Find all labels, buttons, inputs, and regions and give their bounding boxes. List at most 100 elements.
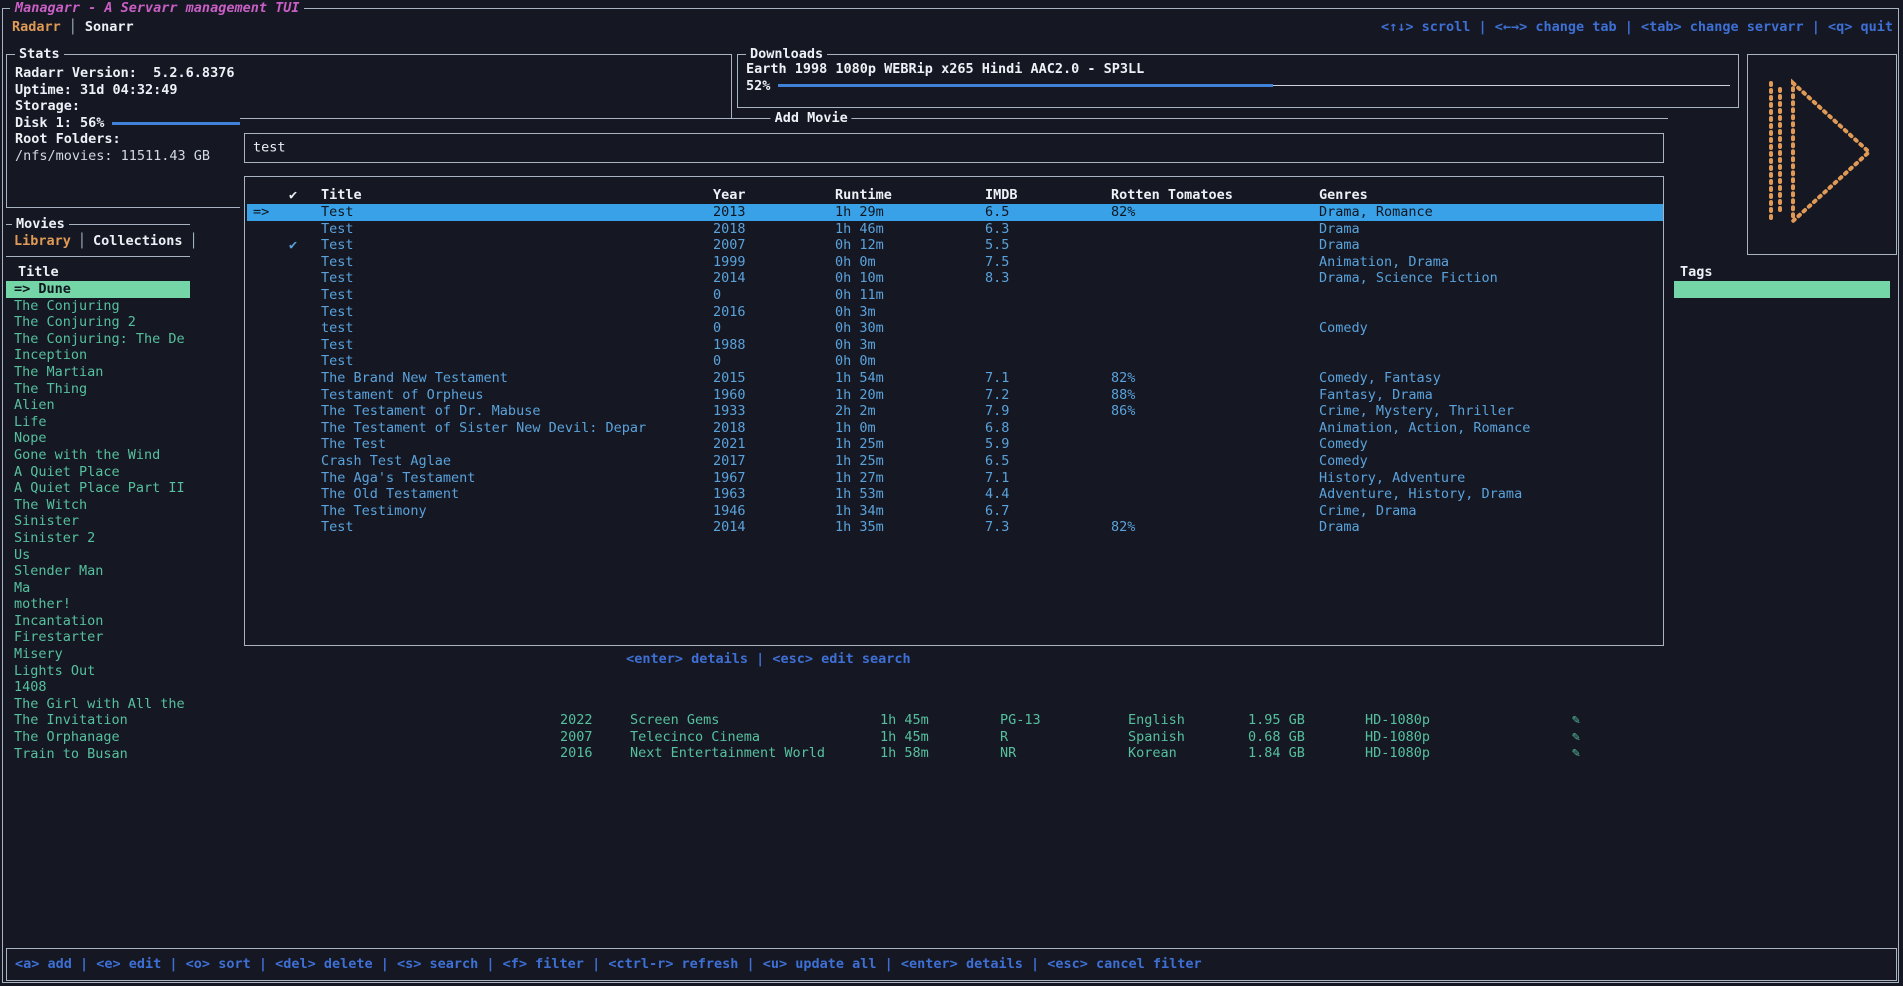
movie-list-item[interactable]: The Witch: [6, 497, 190, 514]
cell-runtime: 0h 12m: [835, 237, 884, 254]
add-movie-title: Add Movie: [771, 110, 852, 127]
result-row[interactable]: The Aga's Testament19671h 27m7.1History,…: [247, 470, 1663, 487]
cell-imdb: 5.9: [985, 436, 1009, 453]
cell-genres: Drama: [1319, 237, 1360, 254]
movie-list-item[interactable]: Life: [6, 414, 190, 431]
cell-year: 1933: [713, 403, 746, 420]
cell-imdb: 5.5: [985, 237, 1009, 254]
selected-row-tags-cell[interactable]: [1674, 281, 1890, 298]
movie-list-item[interactable]: Ma: [6, 580, 190, 597]
cell-year: 1946: [713, 503, 746, 520]
result-row[interactable]: ✔Test20070h 12m5.5Drama: [247, 237, 1663, 254]
app-window: Managarr - A Servarr management TUI Rada…: [0, 0, 1903, 986]
result-row[interactable]: Test19880h 3m: [247, 337, 1663, 354]
column-header-runtime: Runtime: [835, 187, 892, 204]
cell-runtime: 1h 45m: [880, 712, 929, 729]
result-row[interactable]: Crash Test Aglae20171h 25m6.5Comedy: [247, 453, 1663, 470]
result-row[interactable]: Testament of Orpheus19601h 20m7.288%Fant…: [247, 387, 1663, 404]
movie-list-item[interactable]: The Martian: [6, 364, 190, 381]
cell-year: 2016: [713, 304, 746, 321]
column-header-genres: Genres: [1319, 187, 1368, 204]
cell-year: 2015: [713, 370, 746, 387]
tab-collections[interactable]: Collections: [93, 233, 182, 250]
result-row[interactable]: Test00h 0m: [247, 353, 1663, 370]
result-row[interactable]: Test20140h 10m8.3Drama, Science Fiction: [247, 270, 1663, 287]
cell-title: The Old Testament: [321, 486, 459, 503]
movies-title: Movies: [12, 216, 69, 233]
movie-list-item[interactable]: Alien: [6, 397, 190, 414]
movie-list-item[interactable]: The Conjuring: [6, 298, 190, 315]
movie-list-item[interactable]: Sinister 2: [6, 530, 190, 547]
cell-title: The Brand New Testament: [321, 370, 508, 387]
movie-list-item[interactable]: The Girl with All the: [6, 696, 190, 713]
movie-list-item[interactable]: Misery: [6, 646, 190, 663]
tab-library[interactable]: Library: [14, 233, 71, 250]
movie-detail-row[interactable]: 2007Telecinco Cinema1h 45mRSpanish0.68 G…: [0, 729, 1903, 746]
cell-year: 2014: [713, 519, 746, 536]
result-row[interactable]: Test20181h 46m6.3Drama: [247, 221, 1663, 238]
movie-list-item[interactable]: Gone with the Wind: [6, 447, 190, 464]
cell-year: 2007: [560, 729, 593, 746]
cell-title: Test: [321, 270, 354, 287]
movie-list-item[interactable]: => Dune: [6, 281, 190, 298]
result-row[interactable]: The Testament of Sister New Devil: Depar…: [247, 420, 1663, 437]
movie-list-item[interactable]: Lights Out: [6, 663, 190, 680]
result-row[interactable]: Test00h 11m: [247, 287, 1663, 304]
result-row[interactable]: The Test20211h 25m5.9Comedy: [247, 436, 1663, 453]
cell-runtime: 1h 27m: [835, 470, 884, 487]
movie-list-item[interactable]: Sinister: [6, 513, 190, 530]
movie-list-item[interactable]: Nope: [6, 430, 190, 447]
cell-genres: Animation, Drama: [1319, 254, 1449, 271]
movie-details-rows: 2022Screen Gems1h 45mPG-13English1.95 GB…: [0, 712, 1903, 762]
cell-year: 2013: [713, 204, 746, 221]
cell-title: Test: [321, 221, 354, 238]
cell-genres: Crime, Drama: [1319, 503, 1417, 520]
result-row[interactable]: Test19990h 0m7.5Animation, Drama: [247, 254, 1663, 271]
cell-genres: Drama, Science Fiction: [1319, 270, 1498, 287]
result-row[interactable]: Test20141h 35m7.382%Drama: [247, 519, 1663, 536]
cell-imdb: 7.1: [985, 470, 1009, 487]
movie-list-item[interactable]: A Quiet Place: [6, 464, 190, 481]
movie-list-item[interactable]: Inception: [6, 347, 190, 364]
result-row[interactable]: =>Test20131h 29m6.582%Drama, Romance: [247, 204, 1663, 221]
tab-radarr[interactable]: Radarr: [12, 19, 61, 36]
movie-list-item[interactable]: The Thing: [6, 381, 190, 398]
cell-runtime: 1h 25m: [835, 436, 884, 453]
tab-sonarr[interactable]: Sonarr: [85, 19, 134, 36]
result-row[interactable]: The Brand New Testament20151h 54m7.182%C…: [247, 370, 1663, 387]
cell-title: Test: [321, 353, 354, 370]
cell-title: Crash Test Aglae: [321, 453, 451, 470]
movie-list-item[interactable]: Us: [6, 547, 190, 564]
cell-genres: Comedy: [1319, 320, 1368, 337]
results-header: ✔ Title Year Runtime IMDB Rotten Tomatoe…: [245, 187, 1663, 204]
cell-title: test: [321, 320, 354, 337]
cell-size: 0.68 GB: [1248, 729, 1305, 746]
movie-list-item[interactable]: mother!: [6, 596, 190, 613]
search-value: test: [253, 140, 286, 157]
keybindings-help-top: <↑↓> scroll | <←→> change tab | <tab> ch…: [1381, 19, 1893, 36]
movie-list-item[interactable]: 1408: [6, 679, 190, 696]
cell-year: 1960: [713, 387, 746, 404]
downloads-title: Downloads: [746, 46, 827, 63]
movie-list-item[interactable]: A Quiet Place Part II: [6, 480, 190, 497]
cell-imdb: 7.3: [985, 519, 1009, 536]
cell-imdb: 7.1: [985, 370, 1009, 387]
result-row[interactable]: The Testament of Dr. Mabuse19332h 2m7.98…: [247, 403, 1663, 420]
result-row[interactable]: The Old Testament19631h 53m4.4Adventure,…: [247, 486, 1663, 503]
cell-title: Testament of Orpheus: [321, 387, 484, 404]
search-input[interactable]: test: [244, 133, 1664, 163]
movie-list-item[interactable]: Firestarter: [6, 629, 190, 646]
download-item[interactable]: Earth 1998 1080p WEBRip x265 Hindi AAC2.…: [746, 61, 1730, 78]
result-row[interactable]: Test20160h 3m: [247, 304, 1663, 321]
movie-detail-row[interactable]: 2016Next Entertainment World1h 58mNRKore…: [0, 745, 1903, 762]
movie-detail-row[interactable]: 2022Screen Gems1h 45mPG-13English1.95 GB…: [0, 712, 1903, 729]
movie-list-item[interactable]: Incantation: [6, 613, 190, 630]
movie-list-item[interactable]: Slender Man: [6, 563, 190, 580]
cell-studio: Next Entertainment World: [630, 745, 825, 762]
movie-list-item[interactable]: The Conjuring: The De: [6, 331, 190, 348]
cell-title: The Testament of Sister New Devil: Depar: [321, 420, 646, 437]
result-row[interactable]: The Testimony19461h 34m6.7Crime, Drama: [247, 503, 1663, 520]
movie-list-item[interactable]: The Conjuring 2: [6, 314, 190, 331]
servarr-tabs: Radarr │ Sonarr: [12, 19, 134, 36]
result-row[interactable]: test00h 30mComedy: [247, 320, 1663, 337]
